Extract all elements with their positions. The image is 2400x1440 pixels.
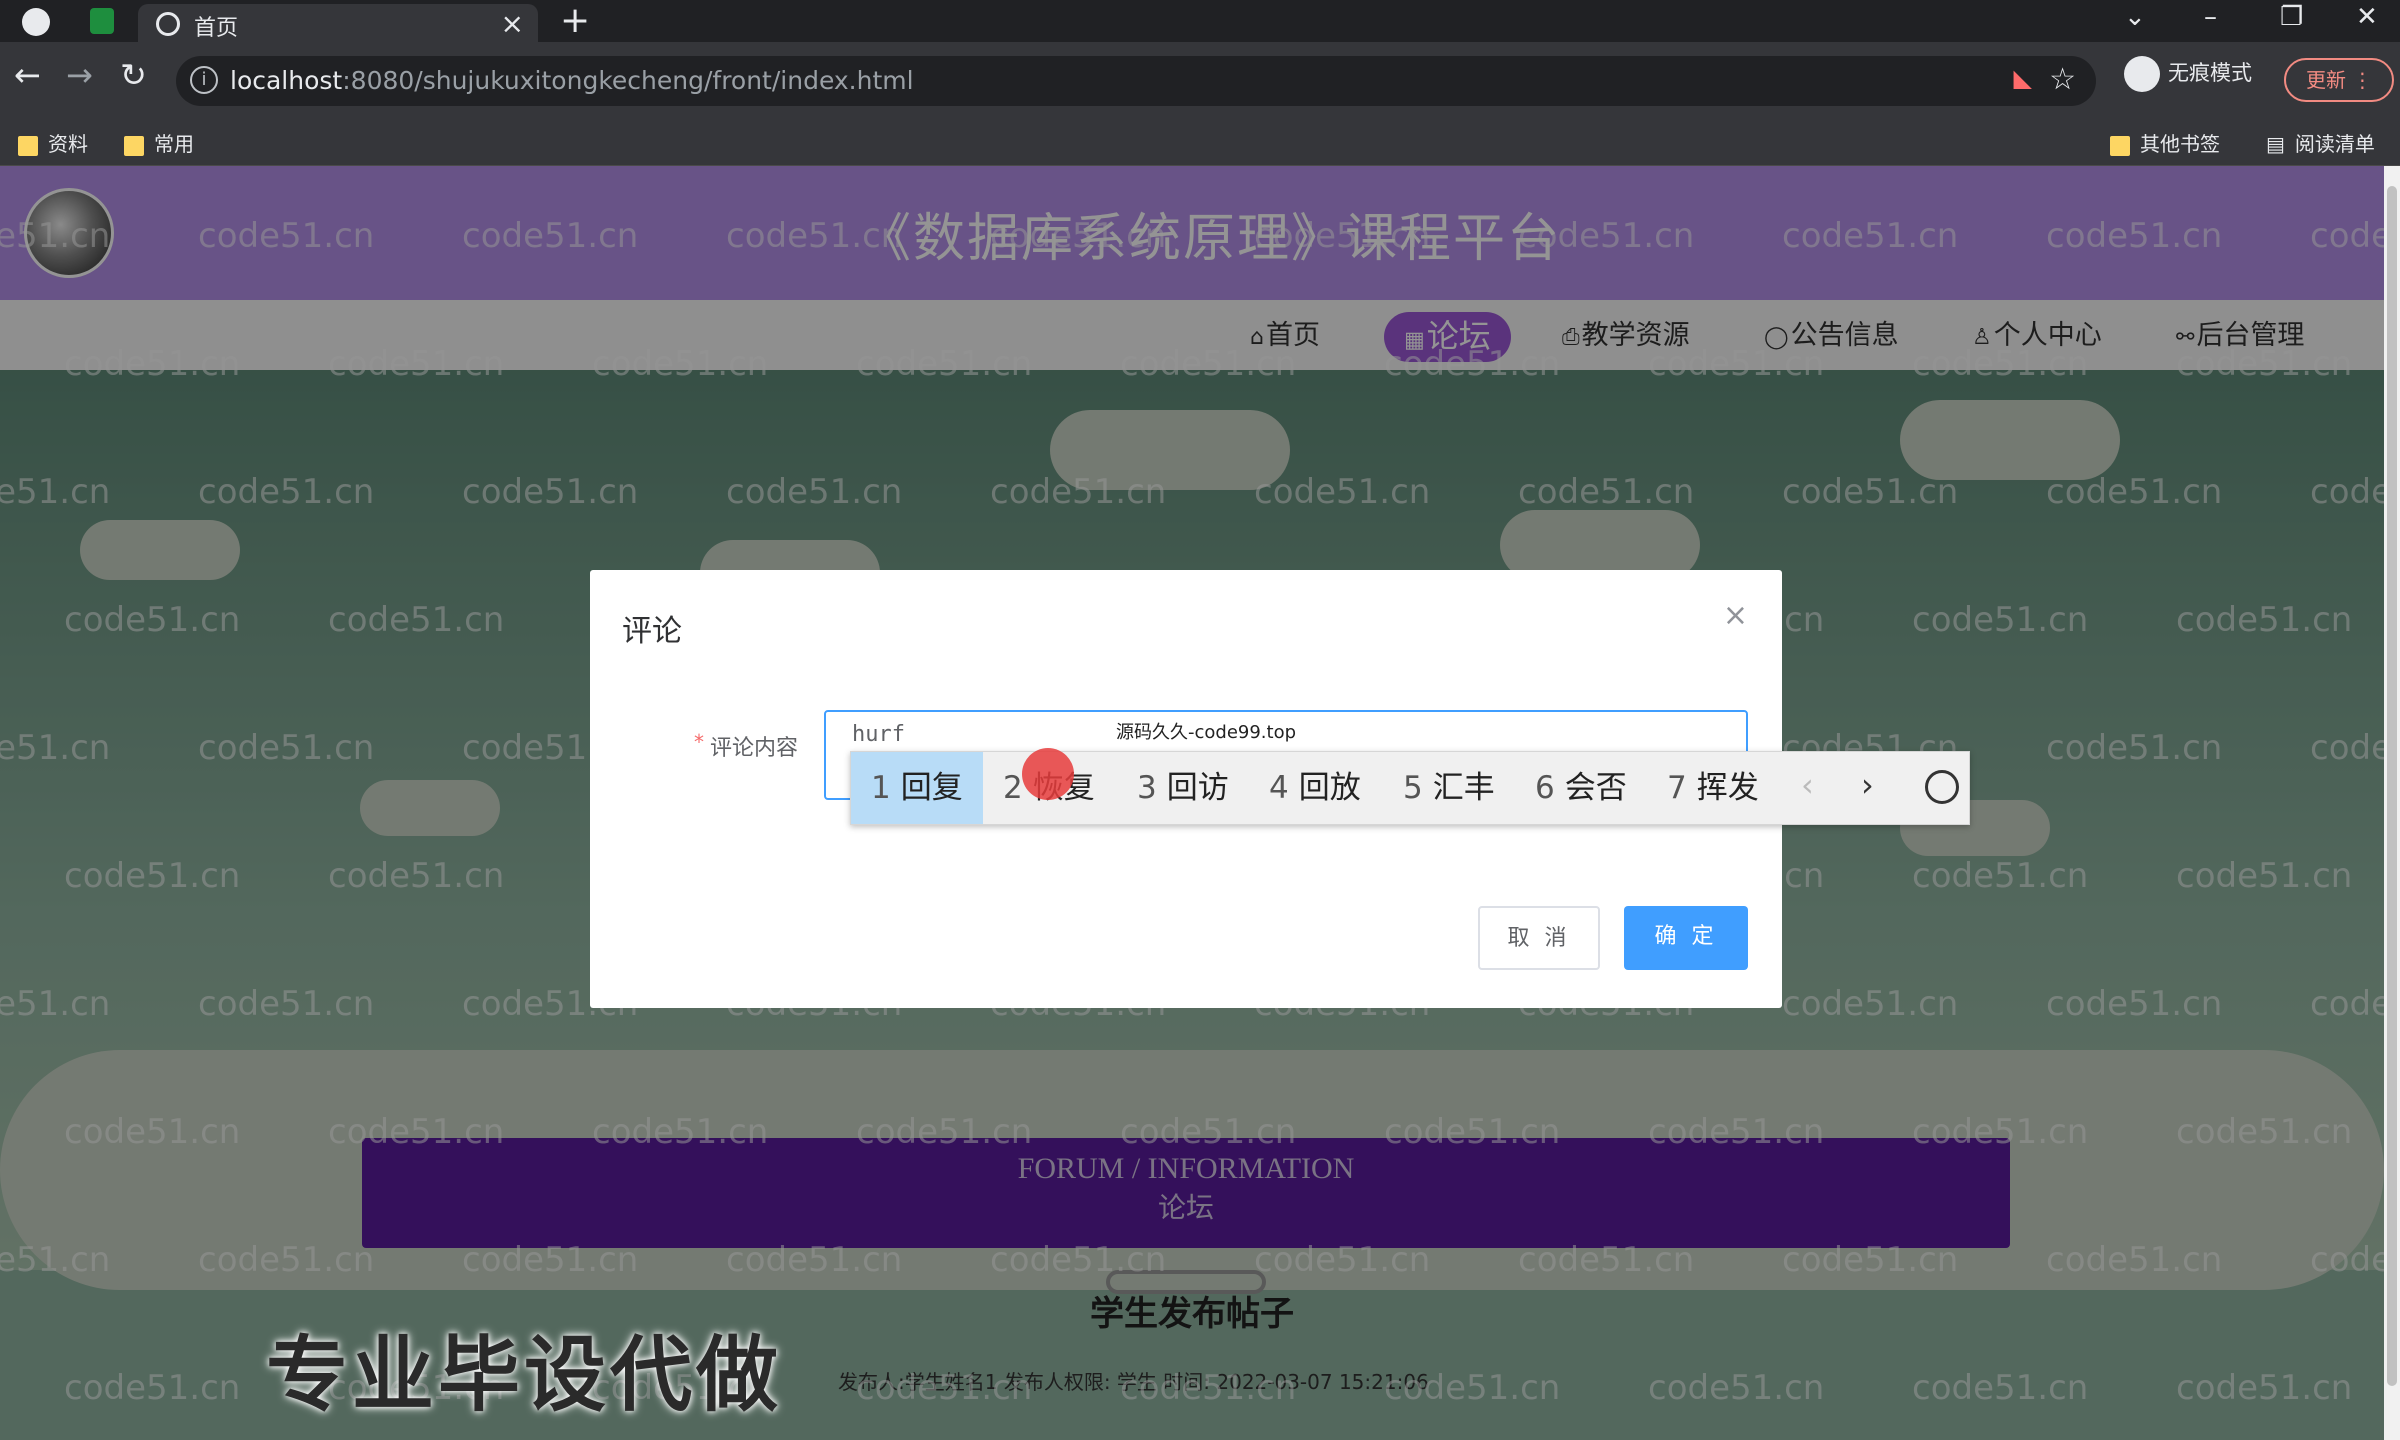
scrollbar-thumb[interactable] xyxy=(2387,186,2397,1386)
reading-list-icon: ▤ xyxy=(2266,132,2285,156)
candidate-text: 回放 xyxy=(1298,770,1361,806)
ime-candidate[interactable]: 5 汇丰 xyxy=(1403,752,1495,824)
site-info-icon[interactable]: i xyxy=(190,66,218,94)
chevron-left-icon[interactable]: ‹ xyxy=(1801,766,1814,804)
dialog-title: 评论 xyxy=(622,614,682,649)
candidate-text: 回复 xyxy=(900,770,963,806)
tab-search-icon[interactable]: ⌄ xyxy=(2124,2,2146,32)
bookmarks-bar: 资料 常用 其他书签 ▤ 阅读清单 xyxy=(0,118,2400,166)
candidate-text: 汇丰 xyxy=(1432,770,1495,806)
bookmark-label: 资料 xyxy=(48,132,88,156)
candidate-number: 7 xyxy=(1667,770,1687,806)
candidate-text: 挥发 xyxy=(1696,770,1759,806)
globe-icon xyxy=(156,12,180,36)
chevron-right-icon[interactable]: › xyxy=(1861,766,1874,804)
candidate-number: 4 xyxy=(1269,770,1289,806)
comment-field-label: 评论内容 xyxy=(710,736,799,761)
bookmark-label: 阅读清单 xyxy=(2294,132,2375,156)
bookmark-label: 常用 xyxy=(154,132,194,156)
confirm-button[interactable]: 确 定 xyxy=(1624,906,1748,970)
incognito-icon xyxy=(2124,56,2160,92)
update-button[interactable]: 更新 ⋮ xyxy=(2284,58,2394,102)
tab-title: 首页 xyxy=(194,16,239,41)
candidate-number: 2 xyxy=(1003,770,1023,806)
ime-candidate-bar: 1回复 2恢复 3回访 4回放 5汇丰 6会否 7挥发 ‹ › xyxy=(850,751,1970,825)
ime-candidate[interactable]: 1 回复 xyxy=(851,752,983,824)
forward-button[interactable]: → xyxy=(66,56,93,94)
url-host: localhost xyxy=(230,66,343,95)
address-bar-row: ← → ↻ i localhost:8080/shujukuxitongkech… xyxy=(0,42,2400,118)
ime-candidate[interactable]: 7 挥发 xyxy=(1667,752,1759,824)
minimize-icon[interactable]: – xyxy=(2204,2,2217,32)
incognito-label: 无痕模式 xyxy=(2168,61,2252,85)
candidate-number: 5 xyxy=(1403,770,1423,806)
other-bookmarks[interactable]: 其他书签 xyxy=(2110,128,2220,157)
candidate-text: 会否 xyxy=(1564,770,1627,806)
ime-candidate[interactable]: 3 回访 xyxy=(1137,752,1229,824)
folder-icon xyxy=(2110,135,2130,156)
folder-icon xyxy=(18,135,38,156)
emoji-icon[interactable] xyxy=(1925,770,1959,804)
browser-tab-strip: 首页 × + ⌄ – ❐ ✕ xyxy=(0,0,2400,42)
comment-value: hurf xyxy=(852,722,905,747)
update-label: 更新 xyxy=(2306,68,2346,92)
browser-menu-icon[interactable] xyxy=(22,8,50,36)
sheets-icon[interactable] xyxy=(90,8,114,34)
candidate-number: 1 xyxy=(871,770,891,806)
bookmark-folder-1[interactable]: 资料 xyxy=(18,128,88,157)
ad-overlay-text: 专业毕设代做 xyxy=(266,1328,783,1423)
page-scrollbar[interactable] xyxy=(2384,166,2400,1440)
incognito-indicator[interactable]: 无痕模式 xyxy=(2124,56,2252,106)
bookmark-star-icon[interactable]: ☆ xyxy=(2049,62,2076,97)
url-path: :8080/shujukuxitongkecheng/front/index.h… xyxy=(342,66,914,95)
blocked-icon[interactable]: ◣ xyxy=(2014,64,2032,92)
window-close-icon[interactable]: ✕ xyxy=(2356,2,2378,32)
candidate-number: 3 xyxy=(1137,770,1157,806)
reload-button[interactable]: ↻ xyxy=(120,56,147,94)
tab-close-icon[interactable]: × xyxy=(501,7,524,40)
ime-candidate[interactable]: 6 会否 xyxy=(1535,752,1627,824)
candidate-number: 6 xyxy=(1535,770,1555,806)
folder-icon xyxy=(124,135,144,156)
bookmark-label: 其他书签 xyxy=(2140,132,2220,156)
candidate-text: 回访 xyxy=(1166,770,1229,806)
ime-candidate[interactable]: 4 回放 xyxy=(1269,752,1361,824)
restore-icon[interactable]: ❐ xyxy=(2280,2,2303,32)
back-button[interactable]: ← xyxy=(14,56,41,94)
click-indicator xyxy=(1022,748,1074,800)
dialog-close-icon[interactable]: × xyxy=(1723,598,1748,633)
cancel-button[interactable]: 取 消 xyxy=(1478,906,1600,970)
reading-list[interactable]: ▤ 阅读清单 xyxy=(2266,128,2375,157)
url-input[interactable]: i localhost:8080/shujukuxitongkecheng/fr… xyxy=(176,56,2096,106)
tab-home[interactable]: 首页 × xyxy=(138,4,538,42)
required-mark: * xyxy=(694,730,704,754)
overlay-source-text: 源码久久-code99.top xyxy=(1116,722,1297,743)
bookmark-folder-2[interactable]: 常用 xyxy=(124,128,194,157)
new-tab-button[interactable]: + xyxy=(560,0,590,41)
